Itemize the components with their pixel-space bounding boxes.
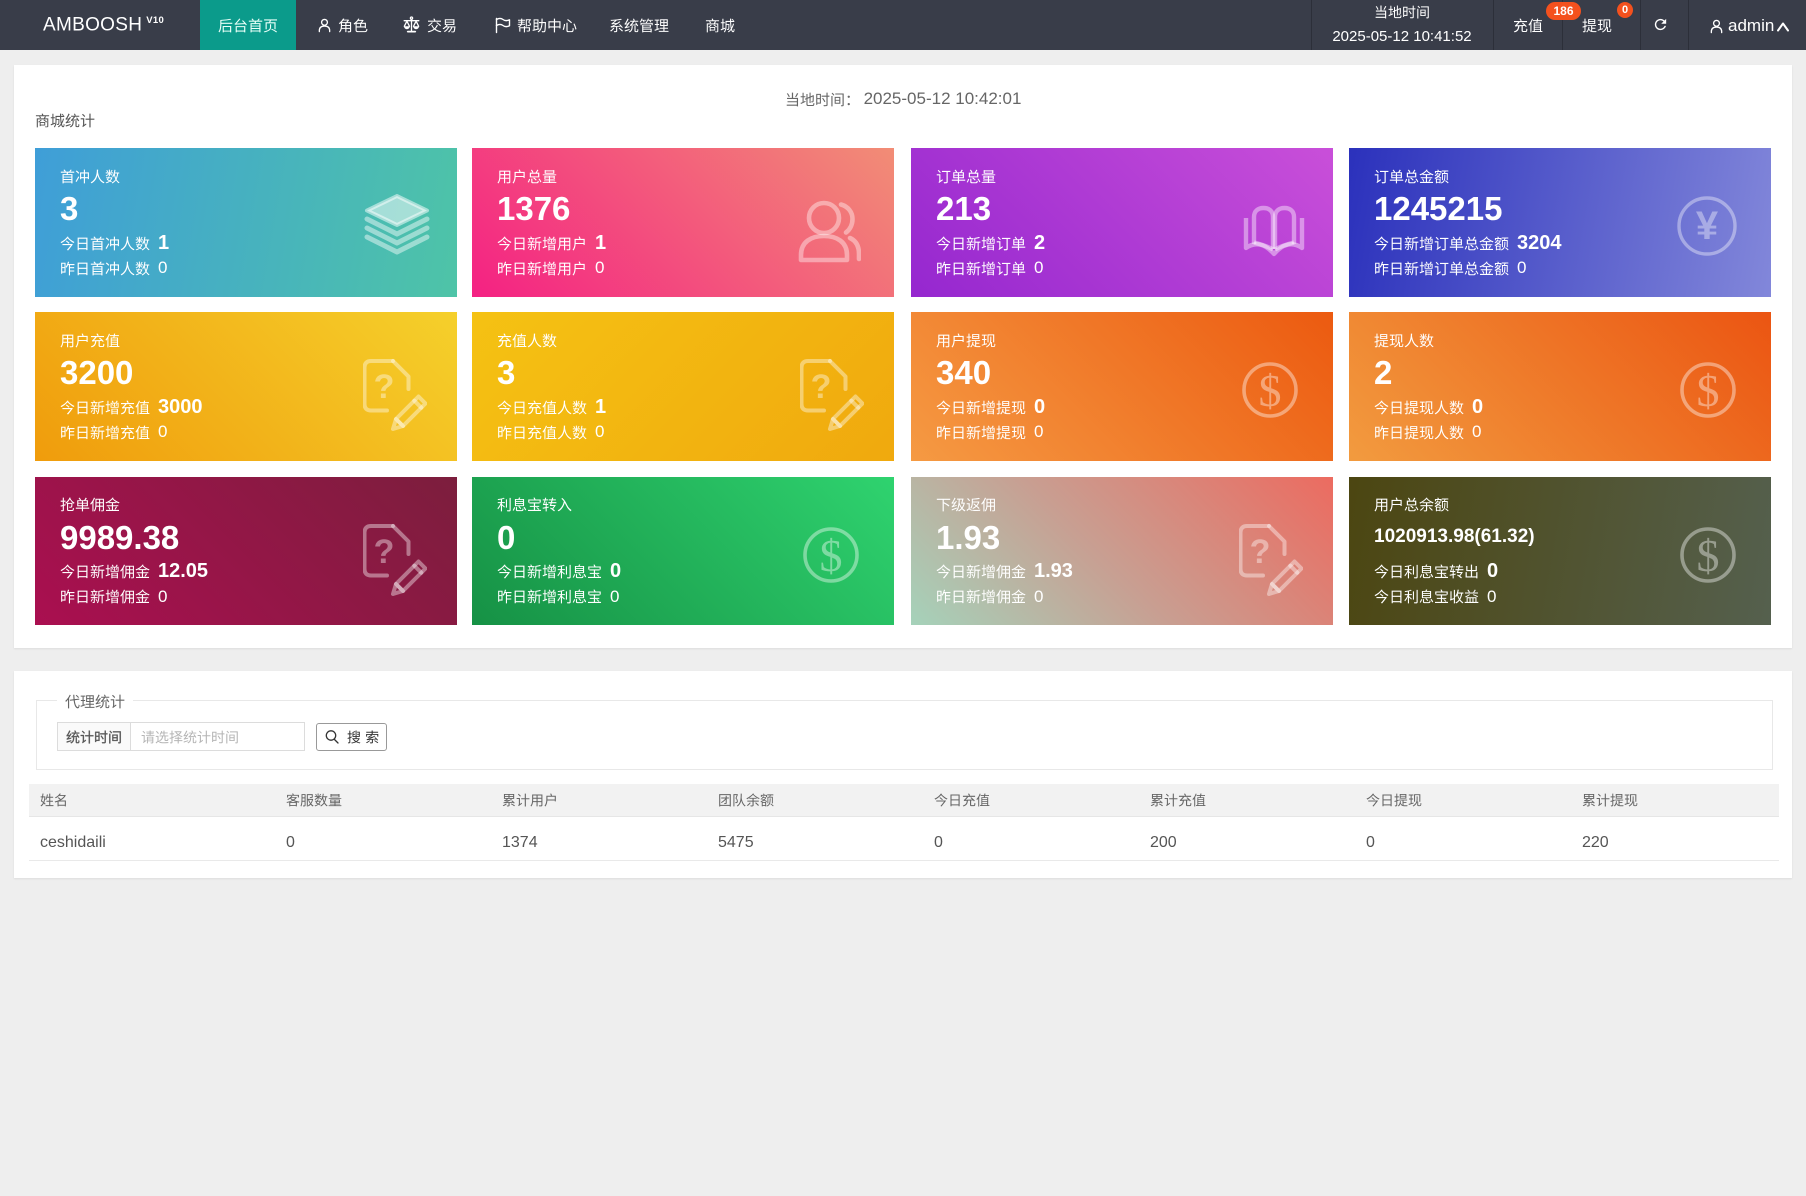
svg-text:$: $ xyxy=(1259,365,1282,416)
svg-text:?: ? xyxy=(1250,533,1271,571)
svg-text:¥: ¥ xyxy=(1696,204,1719,248)
svg-text:$: $ xyxy=(1697,530,1720,581)
svg-text:$: $ xyxy=(1697,365,1720,416)
svg-text:?: ? xyxy=(811,368,832,406)
svg-text:?: ? xyxy=(374,533,395,571)
svg-text:$: $ xyxy=(820,530,843,581)
svg-text:?: ? xyxy=(374,368,395,406)
